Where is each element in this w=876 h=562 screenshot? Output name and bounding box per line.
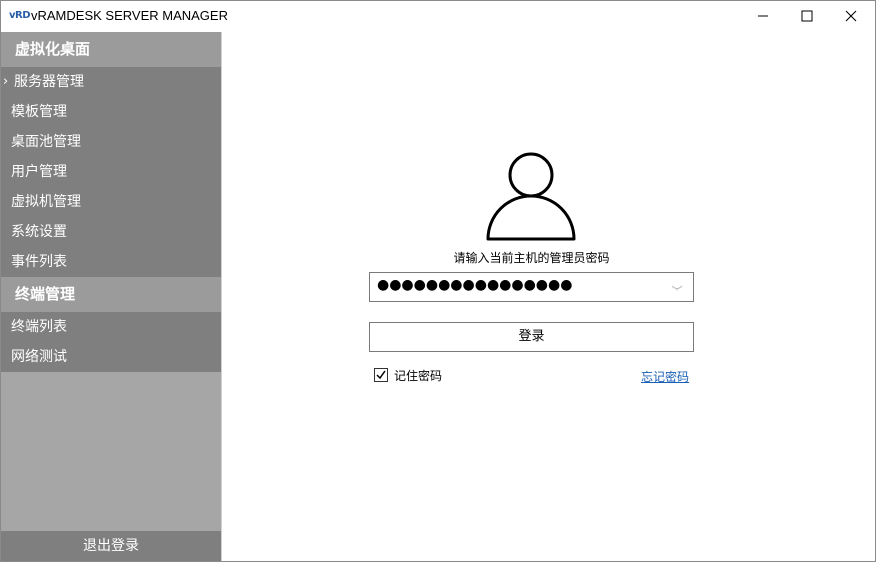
sidebar-item-label: 虚拟机管理: [11, 194, 81, 210]
sidebar-item-vm-management[interactable]: 虚拟机管理: [1, 187, 221, 217]
sidebar-item-network-test[interactable]: 网络测试: [1, 342, 221, 372]
sidebar-item-system-settings[interactable]: 系统设置: [1, 217, 221, 247]
sidebar-item-server-management[interactable]: › 服务器管理: [1, 67, 221, 97]
remember-password-label: 记住密码: [394, 368, 443, 383]
sidebar-group-virtual-desktop: › 服务器管理 模板管理 桌面池管理 用户管理 虚拟机管理 系统设置 事件列表: [1, 67, 221, 277]
password-prompt: 请输入当前主机的管理员密码: [453, 251, 610, 265]
sidebar-item-label: 模板管理: [11, 104, 67, 120]
sidebar-item-label: 用户管理: [11, 164, 67, 180]
password-field[interactable]: ●●●●●●●●●●●●●●●●: [369, 272, 694, 302]
app-window: vRD vRAMDESK SERVER MANAGER 虚拟化桌面 › 服务器管…: [0, 0, 876, 562]
sidebar-item-label: 终端列表: [11, 319, 67, 335]
window-title: vRAMDESK SERVER MANAGER: [31, 8, 228, 23]
sidebar-group-terminal-management: 终端列表 网络测试: [1, 312, 221, 372]
sidebar-item-label: 服务器管理: [14, 74, 84, 90]
app-logo-icon: vRD: [9, 10, 31, 21]
minimize-icon: [758, 15, 768, 17]
sidebar-item-terminal-list[interactable]: 终端列表: [1, 312, 221, 342]
sidebar-item-template-management[interactable]: 模板管理: [1, 97, 221, 127]
sidebar-item-user-management[interactable]: 用户管理: [1, 157, 221, 187]
sidebar-item-desktop-pool-management[interactable]: 桌面池管理: [1, 127, 221, 157]
checkbox-box[interactable]: [374, 368, 388, 382]
login-button[interactable]: 登录: [369, 322, 694, 352]
minimize-button[interactable]: [741, 1, 785, 31]
close-button[interactable]: [829, 1, 873, 31]
maximize-button[interactable]: [785, 1, 829, 31]
user-avatar-icon: [486, 152, 576, 241]
sidebar-item-label: 桌面池管理: [11, 134, 81, 150]
forgot-password-link[interactable]: 忘记密码: [641, 368, 689, 385]
logout-button[interactable]: 退出登录: [1, 531, 221, 561]
show-password-icon[interactable]: [671, 283, 683, 291]
sidebar-item-label: 网络测试: [11, 349, 67, 365]
sidebar: 虚拟化桌面 › 服务器管理 模板管理 桌面池管理 用户管理 虚拟机管理 系统设置: [1, 32, 221, 561]
checkmark-icon: [376, 370, 386, 380]
sidebar-item-event-list[interactable]: 事件列表: [1, 247, 221, 277]
title-bar[interactable]: vRD vRAMDESK SERVER MANAGER: [1, 1, 875, 32]
maximize-icon: [801, 10, 813, 22]
password-value: ●●●●●●●●●●●●●●●●: [377, 277, 573, 293]
sidebar-section-terminal-management[interactable]: 终端管理: [1, 277, 221, 312]
sidebar-item-label: 事件列表: [11, 254, 67, 270]
remember-password-checkbox[interactable]: 记住密码: [374, 367, 442, 383]
chevron-right-icon: ›: [3, 74, 9, 89]
sidebar-item-label: 系统设置: [11, 224, 67, 240]
sidebar-section-virtual-desktop[interactable]: 虚拟化桌面: [1, 32, 221, 67]
login-panel: 请输入当前主机的管理员密码 ●●●●●●●●●●●●●●●● 登录 记住密码 忘…: [222, 32, 875, 561]
close-icon: [845, 10, 857, 22]
